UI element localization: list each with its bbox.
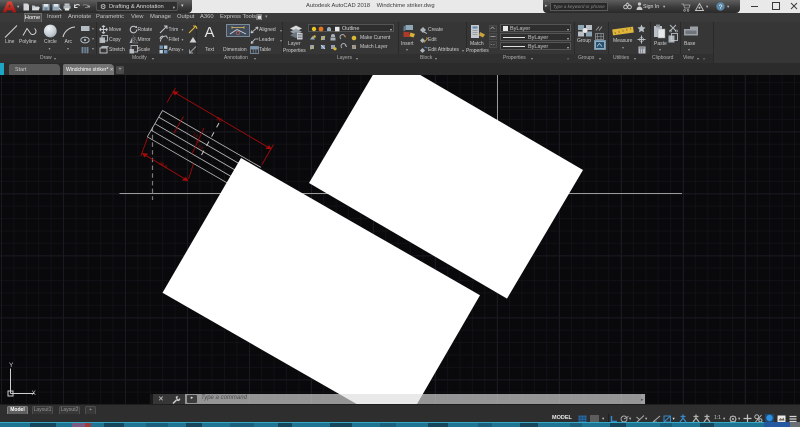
svg-text:16: 16 xyxy=(195,138,200,143)
svg-text:X: X xyxy=(32,390,37,397)
svg-text:Y: Y xyxy=(9,362,14,369)
svg-text:90: 90 xyxy=(215,116,223,124)
svg-text:?: ? xyxy=(719,3,723,10)
svg-text:0.5: 0.5 xyxy=(198,144,204,150)
